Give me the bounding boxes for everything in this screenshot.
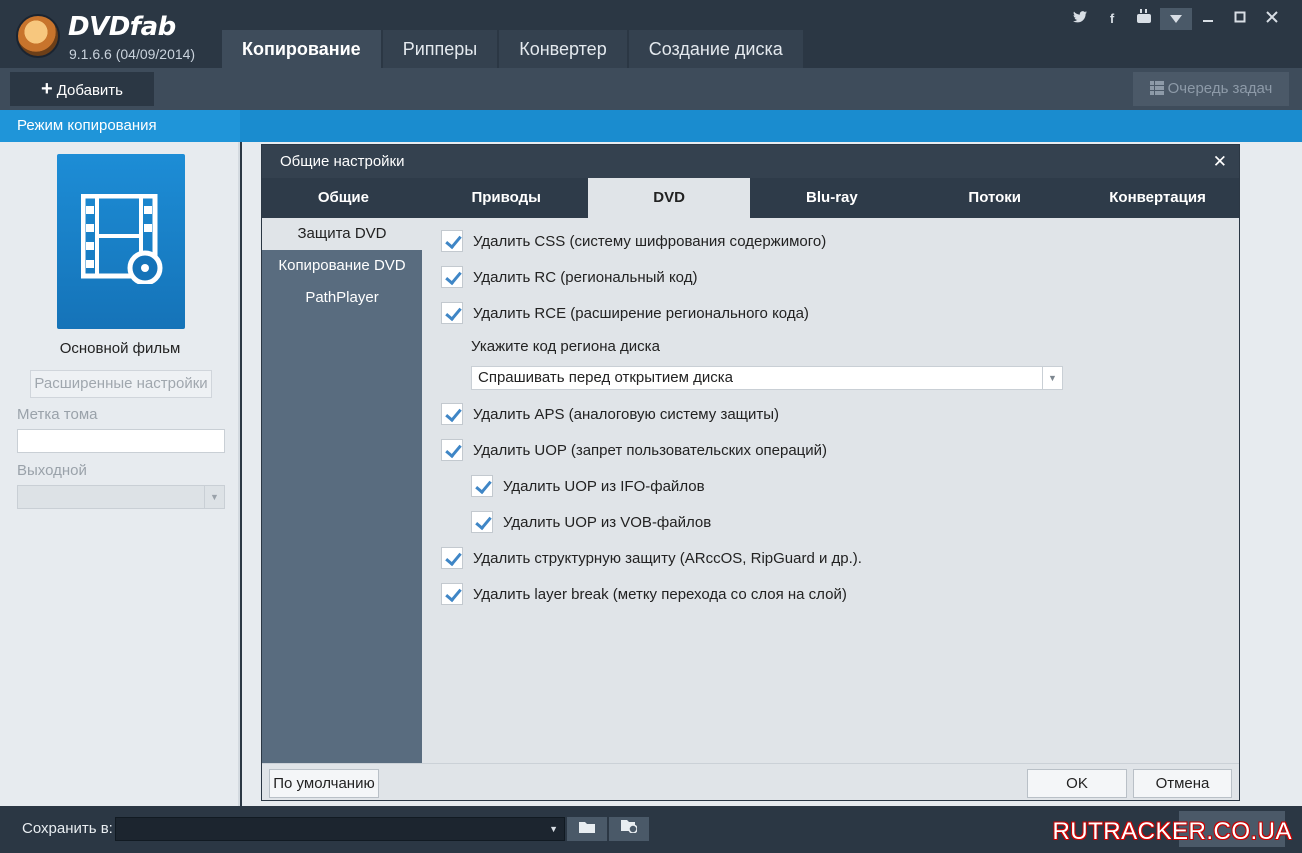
tab-general[interactable]: Общие xyxy=(262,178,425,218)
youtube-icon[interactable] xyxy=(1128,8,1160,30)
output-select[interactable]: ▼ xyxy=(17,485,225,509)
main-movie-tile[interactable] xyxy=(57,154,185,329)
option-label: Удалить UOP из VOB-файлов xyxy=(503,513,712,531)
add-button-label: Добавить xyxy=(56,82,123,99)
general-settings-dialog: Общие настройки ✕ Общие Приводы DVD Blu-… xyxy=(261,144,1240,801)
dialog-tabs: Общие Приводы DVD Blu-ray Потоки Конверт… xyxy=(262,178,1239,218)
save-path-select[interactable]: ▼ xyxy=(115,817,565,841)
option-remove-uop-vob[interactable]: Удалить UOP из VOB-файлов xyxy=(471,511,711,533)
close-icon[interactable]: ✕ xyxy=(1213,145,1227,178)
advanced-settings-button[interactable]: Расширенные настройки xyxy=(30,370,212,398)
volume-label-input[interactable] xyxy=(17,429,225,453)
sidebar-item-dvd-copy[interactable]: Копирование DVD xyxy=(262,250,422,282)
chevron-down-icon: ▼ xyxy=(204,486,224,508)
option-label: Удалить структурную защиту (ARccOS, RipG… xyxy=(473,549,862,567)
plus-icon: + xyxy=(41,78,53,100)
app-version: 9.1.6.6 (04/09/2014) xyxy=(69,46,196,62)
dialog-title-text: Общие настройки xyxy=(280,153,405,170)
checkbox[interactable] xyxy=(441,266,463,288)
checkbox[interactable] xyxy=(441,583,463,605)
dialog-title: Общие настройки ✕ xyxy=(262,145,1239,178)
output-label: Выходной xyxy=(17,462,87,479)
checkbox[interactable] xyxy=(441,547,463,569)
main-tabs: Копирование Рипперы Конвертер Создание д… xyxy=(222,30,805,68)
cancel-button[interactable]: Отмена xyxy=(1133,769,1232,798)
dialog-body: Удалить CSS (систему шифрования содержим… xyxy=(422,218,1239,763)
toolbar: + Добавить Очередь задач xyxy=(0,68,1302,110)
default-button[interactable]: По умолчанию xyxy=(269,769,379,798)
checkbox[interactable] xyxy=(441,302,463,324)
tab-bluray[interactable]: Blu-ray xyxy=(750,178,913,218)
folder-icon[interactable] xyxy=(567,817,607,841)
list-icon xyxy=(1149,81,1164,95)
option-remove-css[interactable]: Удалить CSS (систему шифрования содержим… xyxy=(441,230,826,252)
sidebar-item-pathplayer[interactable]: PathPlayer xyxy=(262,282,422,314)
volume-label-label: Метка тома xyxy=(17,406,98,423)
option-label: Удалить APS (аналоговую систему защиты) xyxy=(473,405,780,423)
region-code-value: Спрашивать перед открытием диска xyxy=(478,369,733,386)
option-label: Удалить layer break (метку перехода со с… xyxy=(473,585,847,603)
tab-copy[interactable]: Копирование xyxy=(222,30,381,68)
dvdfab-logo-icon xyxy=(16,14,60,58)
film-disc-icon xyxy=(81,194,163,284)
option-label: Удалить UOP из IFO-файлов xyxy=(503,477,705,495)
option-remove-uop[interactable]: Удалить UOP (запрет пользовательских опе… xyxy=(441,439,827,461)
checkbox[interactable] xyxy=(441,230,463,252)
close-icon[interactable] xyxy=(1256,8,1288,30)
minimize-icon[interactable] xyxy=(1192,8,1224,30)
option-remove-uop-ifo[interactable]: Удалить UOP из IFO-файлов xyxy=(471,475,705,497)
iso-folder-icon[interactable] xyxy=(609,817,649,841)
twitter-icon[interactable] xyxy=(1064,8,1096,30)
title-bar: DVDfab 9.1.6.6 (04/09/2014) Копирование … xyxy=(0,0,1302,68)
option-label: Удалить CSS (систему шифрования содержим… xyxy=(473,232,827,250)
watermark-text: RUTRACKER.CO.UA xyxy=(1052,818,1292,845)
region-code-label: Укажите код региона диска xyxy=(471,338,660,355)
dialog-footer: По умолчанию OK Отмена xyxy=(262,763,1239,800)
left-panel: Основной фильм Расширенные настройки Мет… xyxy=(0,142,240,806)
option-remove-structural[interactable]: Удалить структурную защиту (ARccOS, RipG… xyxy=(441,547,862,569)
option-remove-rc[interactable]: Удалить RC (региональный код) xyxy=(441,266,697,288)
option-remove-rce[interactable]: Удалить RCE (расширение регионального ко… xyxy=(441,302,809,324)
tab-streams[interactable]: Потоки xyxy=(913,178,1076,218)
tab-dvd[interactable]: DVD xyxy=(587,178,751,218)
window-controls: f xyxy=(1064,8,1288,30)
tab-rippers[interactable]: Рипперы xyxy=(382,30,498,68)
region-code-select[interactable]: Спрашивать перед открытием диска ▼ xyxy=(471,366,1063,390)
tab-drives[interactable]: Приводы xyxy=(425,178,588,218)
copy-mode-label[interactable]: Режим копирования xyxy=(0,110,240,142)
dialog-sidebar: Защита DVD Копирование DVD PathPlayer xyxy=(262,218,422,763)
dropdown-icon[interactable] xyxy=(1160,8,1192,30)
tab-disc-creation[interactable]: Создание диска xyxy=(628,30,803,68)
save-to-label: Сохранить в: xyxy=(22,820,113,837)
chevron-down-icon: ▼ xyxy=(1042,367,1062,389)
option-label: Удалить RCE (расширение регионального ко… xyxy=(473,304,809,322)
checkbox[interactable] xyxy=(471,475,493,497)
option-remove-aps[interactable]: Удалить APS (аналоговую систему защиты) xyxy=(441,403,779,425)
checkbox[interactable] xyxy=(471,511,493,533)
tab-conversion[interactable]: Конвертация xyxy=(1076,178,1239,218)
option-remove-layer-break[interactable]: Удалить layer break (метку перехода со с… xyxy=(441,583,847,605)
maximize-icon[interactable] xyxy=(1224,8,1256,30)
checkbox[interactable] xyxy=(441,439,463,461)
bottom-bar: Сохранить в: ▼ RUTRACKER.CO.UA xyxy=(0,806,1302,853)
task-queue-button[interactable]: Очередь задач xyxy=(1133,72,1289,106)
tab-converter[interactable]: Конвертер xyxy=(499,30,627,68)
option-label: Удалить UOP (запрет пользовательских опе… xyxy=(473,441,828,459)
option-label: Удалить RC (региональный код) xyxy=(473,268,698,286)
facebook-icon[interactable]: f xyxy=(1096,8,1128,30)
main-movie-label: Основной фильм xyxy=(59,340,181,357)
checkbox[interactable] xyxy=(441,403,463,425)
add-button[interactable]: + Добавить xyxy=(10,72,154,106)
sidebar-item-dvd-protection[interactable]: Защита DVD xyxy=(262,218,422,250)
task-queue-label: Очередь задач xyxy=(1167,80,1273,97)
ok-button[interactable]: OK xyxy=(1027,769,1127,798)
chevron-down-icon: ▼ xyxy=(549,824,558,834)
mode-bar: Режим копирования xyxy=(0,110,1302,142)
brand-name: DVDfab xyxy=(68,12,176,42)
